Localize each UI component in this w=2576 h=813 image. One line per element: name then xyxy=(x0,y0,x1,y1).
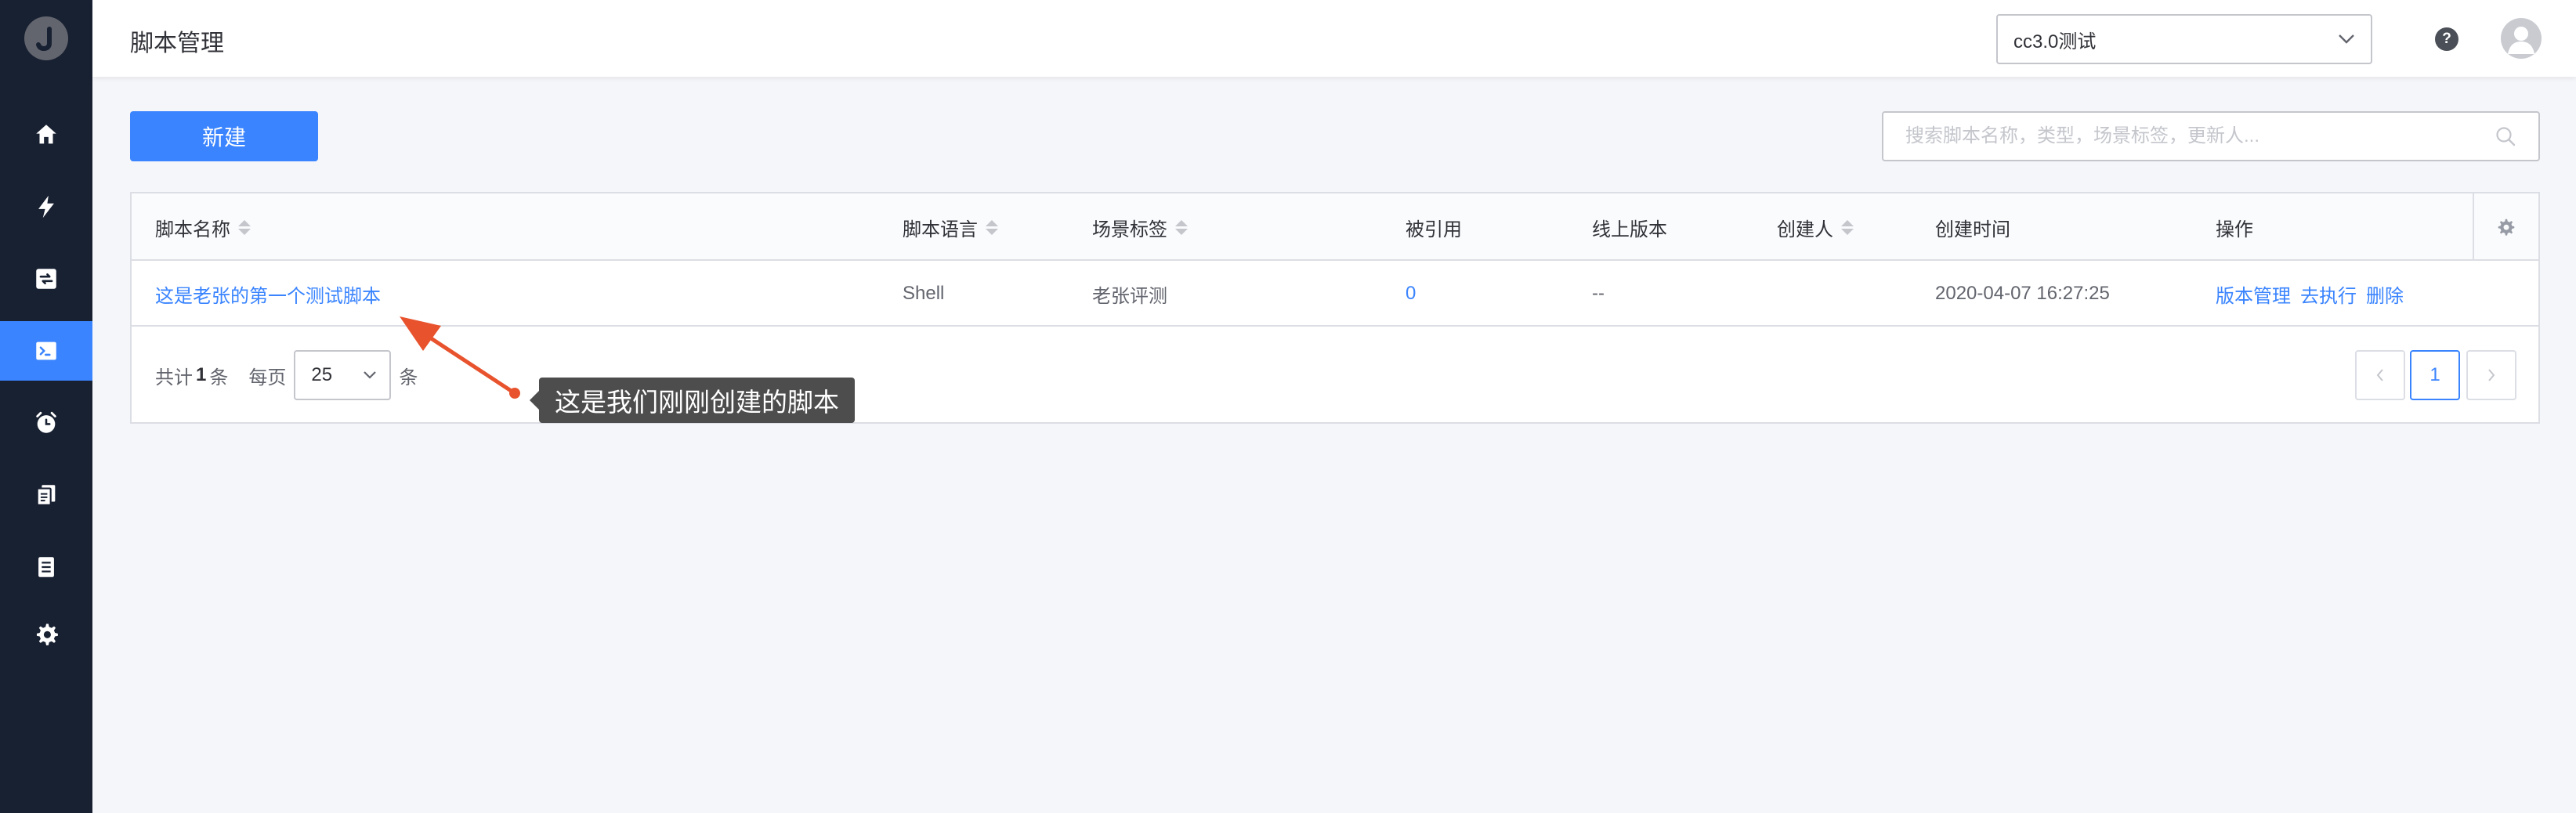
clock-icon xyxy=(36,411,56,433)
column-header-creator[interactable]: 创建人 xyxy=(1777,193,1854,261)
chevron-down-icon xyxy=(2339,34,2354,44)
table-row: 这是老张的第一个测试脚本 Shell 老张评测 0 -- 2020-04-07 … xyxy=(132,261,2538,327)
gear-icon xyxy=(2498,219,2515,236)
nav-cron[interactable] xyxy=(0,393,92,453)
script-language: Shell xyxy=(903,283,945,304)
total-suffix: 条 xyxy=(209,367,229,388)
document-icon xyxy=(38,557,54,577)
search-input[interactable] xyxy=(1905,125,2495,147)
sort-icon[interactable] xyxy=(1841,219,1854,235)
total-count: 1 xyxy=(196,364,207,385)
delete-link[interactable]: 删除 xyxy=(2366,280,2404,308)
column-header-label: 脚本名称 xyxy=(155,219,230,240)
page-title: 脚本管理 xyxy=(130,31,224,56)
column-header-created-time: 创建时间 xyxy=(1935,219,2010,240)
nav-scripts[interactable] xyxy=(0,321,92,381)
pagination-info: 共计 1 条 每页 25 条 xyxy=(155,350,418,400)
business-select-value: cc3.0测试 xyxy=(2013,31,2097,52)
page-size-value: 25 xyxy=(311,364,333,385)
referenced-count-link[interactable]: 0 xyxy=(1406,261,1416,327)
version-manage-link[interactable]: 版本管理 xyxy=(2216,280,2291,308)
column-header-label: 创建人 xyxy=(1777,219,1833,240)
business-select[interactable]: cc3.0测试 xyxy=(1996,14,2372,64)
sort-icon[interactable] xyxy=(986,219,998,235)
column-header-online-version: 线上版本 xyxy=(1592,219,1667,240)
annotation-label: 这是我们刚刚创建的脚本 xyxy=(530,378,855,423)
nav-tasks[interactable] xyxy=(0,249,92,309)
sort-icon[interactable] xyxy=(1175,219,1188,235)
column-header-actions: 操作 xyxy=(2216,219,2253,240)
new-button[interactable]: 新建 xyxy=(130,111,318,161)
nav-home[interactable] xyxy=(0,105,92,164)
column-header-label: 场景标签 xyxy=(1092,219,1167,240)
script-tags: 老张评测 xyxy=(1092,285,1167,307)
logo[interactable] xyxy=(24,16,68,60)
chevron-left-icon xyxy=(2376,369,2383,381)
execute-link[interactable]: 去执行 xyxy=(2300,280,2357,308)
script-name-link[interactable]: 这是老张的第一个测试脚本 xyxy=(155,261,381,327)
files-icon xyxy=(36,485,56,506)
column-header-name[interactable]: 脚本名称 xyxy=(155,193,251,261)
sidebar xyxy=(0,0,92,813)
table-header: 脚本名称 脚本语言 场景标签 被引用 线上版本 创建人 创建时间 操作 xyxy=(132,193,2538,261)
home-icon xyxy=(36,125,56,144)
refresh-icon xyxy=(36,269,56,289)
column-header-label: 脚本语言 xyxy=(903,219,978,240)
per-page-label: 每页 xyxy=(248,367,287,388)
page-size-select[interactable]: 25 xyxy=(294,350,392,400)
nav-settings[interactable] xyxy=(0,605,92,664)
next-page-button[interactable] xyxy=(2466,350,2516,400)
help-icon[interactable]: ? xyxy=(2435,27,2458,51)
search-icon[interactable] xyxy=(2495,125,2516,147)
sort-icon[interactable] xyxy=(238,219,251,235)
table-settings-button[interactable] xyxy=(2473,193,2538,261)
chevron-down-icon xyxy=(364,371,377,379)
chevron-right-icon xyxy=(2488,369,2495,381)
nav-records[interactable] xyxy=(0,537,92,597)
lightning-icon xyxy=(38,195,54,219)
gear-icon xyxy=(36,623,58,645)
j-logo-icon xyxy=(36,27,52,52)
user-icon xyxy=(2508,27,2534,54)
total-prefix: 共计 xyxy=(155,367,193,388)
column-header-tags[interactable]: 场景标签 xyxy=(1092,193,1188,261)
per-page-suffix: 条 xyxy=(399,367,418,388)
top-header: 脚本管理 cc3.0测试 xyxy=(92,0,2576,77)
column-header-language[interactable]: 脚本语言 xyxy=(903,193,998,261)
nav-files[interactable] xyxy=(0,465,92,525)
online-version: -- xyxy=(1592,283,1605,304)
prev-page-button[interactable] xyxy=(2355,350,2405,400)
script-table: 脚本名称 脚本语言 场景标签 被引用 线上版本 创建人 创建时间 操作 这是老张… xyxy=(130,192,2540,424)
search-box[interactable] xyxy=(1882,111,2540,161)
created-time: 2020-04-07 16:27:25 xyxy=(1935,283,2110,304)
row-actions: 版本管理 去执行 删除 xyxy=(2216,261,2404,327)
terminal-icon xyxy=(36,341,56,360)
column-header-referenced: 被引用 xyxy=(1406,219,1462,240)
avatar[interactable] xyxy=(2501,18,2542,59)
nav-quick-execute[interactable] xyxy=(0,177,92,237)
page-button-current[interactable]: 1 xyxy=(2410,350,2460,400)
